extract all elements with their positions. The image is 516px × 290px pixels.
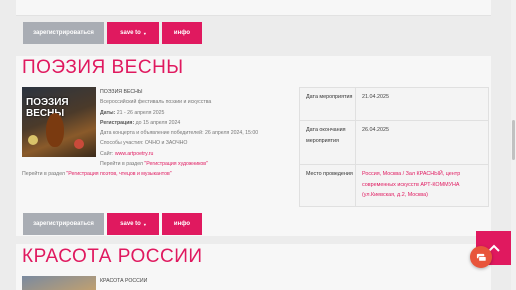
info-button[interactable]: инфо [162,213,202,235]
poets-link-line: Перейти в раздел "Регистрация поэтов, чт… [22,171,172,177]
caret-down-icon: ▾ [143,30,146,36]
scrollbar-thumb[interactable] [512,120,515,160]
scrollbar[interactable] [511,0,516,290]
chat-icon [476,253,486,262]
event-info: КРАСОТА РОССИИ [100,276,147,286]
event-info: ПОЭЗИЯ ВЕСНЫ Всероссийский фестиваль поэ… [100,87,258,169]
table-row: Дата мероприятия 21.04.2025 [300,88,488,120]
save-to-button[interactable]: save to ▾ [107,22,159,44]
save-to-label: save to [120,221,141,227]
event-poster[interactable] [22,276,96,290]
previous-event-card [16,0,491,16]
violin-image [46,113,64,147]
table-value: 26.04.2025 [362,127,389,133]
save-to-label: save to [120,30,141,36]
table-label: Дата окончания мероприятия [300,121,356,164]
event-name: ПОЭЗИЯ ВЕСНЫ [100,89,143,95]
table-value: 21.04.2025 [362,94,389,100]
event-site: Сайт: www.artpoetry.ru [100,150,154,157]
site-link[interactable]: www.artpoetry.ru [115,151,154,157]
page: зарегистрироваться save to ▾ инфо ПОЭЗИЯ… [0,0,511,290]
artists-registration-link[interactable]: "Регистрация художников" [144,161,208,167]
save-to-button[interactable]: save to ▾ [107,213,159,235]
event-details-table: Дата мероприятия 21.04.2025 Дата окончан… [299,87,489,207]
caret-down-icon: ▾ [143,221,146,227]
event-registration: Регистрация: до 15 апреля 2024 [100,119,181,126]
event-concert: Дата концерта и объявление победителей: … [100,130,259,137]
event-title[interactable]: ПОЭЗИЯ ВЕСНЫ [22,57,184,79]
table-label: Место проведения [300,165,356,206]
flower-image [74,139,84,149]
event-name: КРАСОТА РОССИИ [100,278,148,284]
table-row: Место проведения Россия, Москва / Зал КР… [300,164,488,206]
event-poster[interactable]: ПОЭЗИЯ ВЕСНЫ [22,87,96,157]
register-button[interactable]: зарегистрироваться [23,213,104,235]
chat-button[interactable] [470,246,492,268]
register-button[interactable]: зарегистрироваться [23,22,104,44]
flower-image [28,135,38,145]
venue-link[interactable]: Россия, Москва / Зал КРАСНЫЙ, центр совр… [356,165,488,206]
event-title[interactable]: КРАСОТА РОССИИ [22,246,203,268]
info-button[interactable]: инфо [162,22,202,44]
poster-text: ПОЭЗИЯ ВЕСНЫ [26,97,69,119]
table-row: Дата окончания мероприятия 26.04.2025 [300,120,488,164]
event-participation: Способы участия: ОЧНО и ЗАОЧНО [100,140,188,147]
poets-registration-link[interactable]: "Регистрация поэтов, чтецов и музыкантов… [66,171,171,177]
event-subtitle: Всероссийский фестиваль поэзии и искусст… [100,99,212,106]
table-label: Дата мероприятия [300,88,356,120]
event-dates: Даты: 21 - 26 апреля 2025 [100,109,165,116]
artists-link-line: Перейти в раздел "Регистрация художников… [100,161,208,168]
